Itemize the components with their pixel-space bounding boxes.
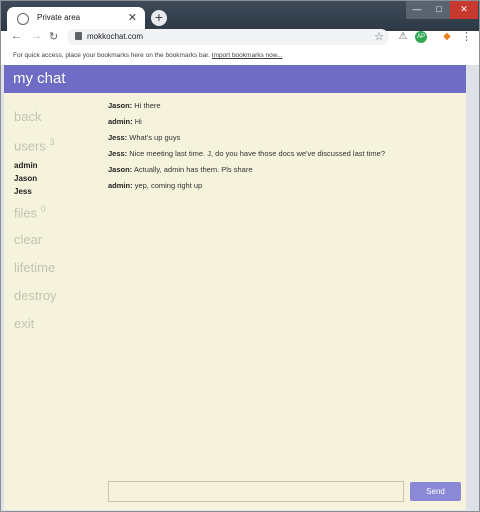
tab-title: Private area [37, 13, 81, 22]
browser-toolbar: ← → ↻ mokkochat.com ☆ ⚠ AP ◆ ⋮ [1, 29, 479, 45]
profile-avatar[interactable]: AP [415, 31, 427, 43]
fox-extension-icon[interactable]: ◆ [441, 31, 453, 43]
lock-icon [75, 32, 82, 40]
sidebar-item-destroy[interactable]: destroy [14, 288, 104, 316]
message-author: Jess: [108, 149, 128, 158]
user-item-jess[interactable]: Jess [14, 185, 104, 198]
message-text: yep, coming right up [134, 181, 203, 190]
message-item: admin: yep, coming right up [108, 181, 458, 197]
warning-icon[interactable]: ⚠ [397, 31, 409, 43]
star-icon[interactable]: ☆ [374, 30, 384, 43]
sidebar-item-files[interactable]: files 0 [14, 204, 104, 232]
users-label: users [14, 138, 46, 154]
app-header: my chat [4, 65, 466, 93]
globe-icon [17, 13, 29, 25]
back-arrow-icon[interactable]: ← [11, 30, 22, 42]
minimize-button[interactable]: — [406, 1, 428, 19]
message-item: Jason: Hi there [108, 101, 458, 117]
message-input[interactable] [108, 481, 404, 502]
menu-icon[interactable]: ⋮ [461, 30, 472, 43]
send-button[interactable]: Send [410, 482, 461, 501]
files-count: 0 [40, 204, 46, 214]
message-text: Actually, admin has them. Pls share [133, 165, 253, 174]
message-text: Hi there [134, 101, 161, 110]
bookmarks-hint: For quick access, place your bookmarks h… [13, 52, 210, 59]
forward-arrow-icon[interactable]: → [31, 30, 42, 42]
tab-private-area[interactable]: Private area ✕ [7, 7, 145, 31]
reload-icon[interactable]: ↻ [49, 30, 58, 43]
close-icon[interactable]: ✕ [128, 11, 137, 24]
user-item-jason[interactable]: Jason [14, 172, 104, 185]
message-text: Hi [134, 117, 142, 126]
url-text[interactable]: mokkochat.com [87, 32, 143, 41]
sidebar-item-back[interactable]: back [14, 109, 104, 137]
sidebar-item-exit[interactable]: exit [14, 316, 104, 344]
close-window-button[interactable]: ✕ [450, 1, 478, 19]
message-item: Jess: What's up guys [108, 133, 458, 149]
message-author: Jason: [108, 101, 133, 110]
users-count: 3 [49, 137, 55, 147]
sidebar: back users 3 admin Jason Jess files 0 cl… [14, 109, 104, 344]
tab-strip: Private area ✕ + — □ ✕ [1, 1, 479, 31]
message-item: Jason: Actually, admin has them. Pls sha… [108, 165, 458, 181]
address-bar[interactable]: mokkochat.com ☆ [67, 29, 389, 45]
page-title: my chat [13, 70, 66, 87]
files-label: files [14, 205, 38, 221]
message-text: Nice meeting last time. J, do you have t… [129, 149, 386, 158]
new-tab-button[interactable]: + [151, 10, 167, 26]
sidebar-item-clear[interactable]: clear [14, 232, 104, 260]
message-author: admin: [108, 117, 133, 126]
user-item-admin[interactable]: admin [14, 159, 104, 172]
message-author: Jason: [108, 165, 133, 174]
sidebar-item-lifetime[interactable]: lifetime [14, 260, 104, 288]
message-text: What's up guys [129, 133, 181, 142]
message-author: admin: [108, 181, 133, 190]
import-bookmarks-link[interactable]: Import bookmarks now... [212, 52, 283, 59]
bookmarks-bar-message: For quick access, place your bookmarks h… [13, 52, 283, 59]
message-author: Jess: [108, 133, 128, 142]
message-list: Jason: Hi there admin: Hi Jess: What's u… [108, 101, 458, 197]
bookmarks-bar: For quick access, place your bookmarks h… [1, 45, 479, 66]
chat-page: my chat back users 3 admin Jason Jess fi… [4, 65, 466, 510]
message-item: Jess: Nice meeting last time. J, do you … [108, 149, 458, 165]
message-item: admin: Hi [108, 117, 458, 133]
maximize-button[interactable]: □ [428, 1, 450, 19]
sidebar-item-users[interactable]: users 3 [14, 137, 104, 159]
